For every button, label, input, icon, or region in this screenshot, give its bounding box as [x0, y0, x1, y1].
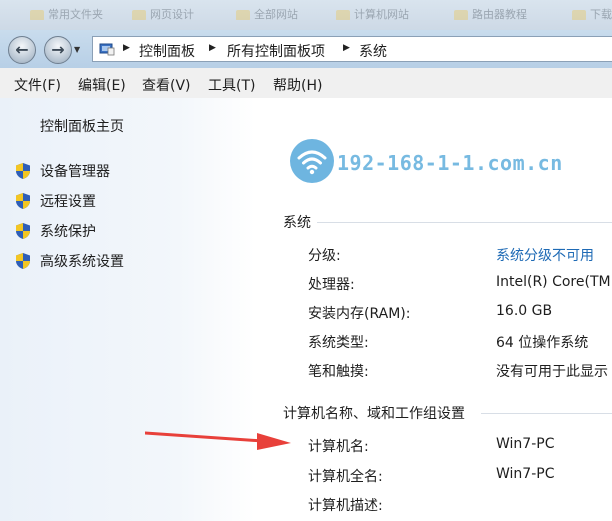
- control-panel-icon: [99, 43, 115, 56]
- system-section-title: 系统: [283, 215, 311, 231]
- navigation-bar: ← → ▼ ▶ 控制面板 ▶ 所有控制面板项 ▶ 系统: [0, 30, 612, 68]
- processor-value: Intel(R) Core(TM: [496, 274, 611, 290]
- folder-chip[interactable]: 常用文件夹: [30, 6, 120, 20]
- back-button[interactable]: ←: [8, 36, 36, 64]
- uac-shield-icon: [16, 253, 30, 269]
- breadcrumb-separator-icon[interactable]: ▶: [343, 43, 350, 53]
- folder-icon: [454, 9, 468, 20]
- rating-label: 分级:: [308, 248, 341, 264]
- ram-value: 16.0 GB: [496, 303, 553, 319]
- folder-icon: [572, 9, 586, 20]
- task-pane: 控制面板主页 设备管理器 远程设置 系统保护 高级系统设置: [0, 98, 255, 521]
- menu-edit[interactable]: 编辑(E): [78, 75, 126, 95]
- folder-chip[interactable]: 全部网站: [236, 6, 326, 20]
- folder-chip[interactable]: 下载: [572, 6, 612, 20]
- recent-pages-chevron-icon[interactable]: ▼: [74, 45, 80, 54]
- folder-chip[interactable]: 路由器教程: [454, 6, 554, 20]
- breadcrumb-separator-icon[interactable]: ▶: [123, 43, 130, 53]
- ram-label: 安装内存(RAM):: [308, 306, 411, 322]
- forward-button[interactable]: →: [44, 36, 72, 64]
- system-type-value: 64 位操作系统: [496, 335, 589, 351]
- folder-icon: [236, 9, 250, 20]
- folder-icon: [336, 9, 350, 20]
- computer-description-label: 计算机描述:: [308, 498, 383, 514]
- computer-name-value: Win7-PC: [496, 436, 555, 452]
- breadcrumb-system[interactable]: 系统: [359, 41, 387, 61]
- uac-shield-icon: [16, 223, 30, 239]
- arrow-left-icon: ←: [15, 40, 29, 59]
- folder-chip[interactable]: 计算机网站: [336, 6, 436, 20]
- watermark-text: 192-168-1-1.com.cn: [337, 151, 563, 175]
- uac-shield-icon: [16, 193, 30, 209]
- section-divider: [317, 222, 612, 223]
- processor-label: 处理器:: [308, 277, 355, 293]
- breadcrumb-all-items[interactable]: 所有控制面板项: [227, 41, 325, 61]
- menu-view[interactable]: 查看(V): [142, 75, 191, 95]
- annotation-arrow-icon: [145, 431, 291, 450]
- breadcrumb-control-panel[interactable]: 控制面板: [139, 41, 195, 61]
- pen-touch-value: 没有可用于此显示: [496, 364, 608, 380]
- menu-file[interactable]: 文件(F): [14, 75, 61, 95]
- full-computer-name-label: 计算机全名:: [308, 469, 383, 485]
- pen-touch-label: 笔和触摸:: [308, 364, 369, 380]
- arrow-right-icon: →: [51, 40, 65, 59]
- section-divider: [481, 413, 612, 414]
- task-label: 远程设置: [40, 194, 96, 210]
- task-label: 设备管理器: [40, 164, 110, 180]
- menu-help[interactable]: 帮助(H): [273, 75, 322, 95]
- system-type-label: 系统类型:: [308, 335, 369, 351]
- address-bar[interactable]: ▶ 控制面板 ▶ 所有控制面板项 ▶ 系统: [92, 36, 612, 62]
- folder-icon: [30, 9, 44, 20]
- bookmark-strip: 常用文件夹 网页设计 全部网站 计算机网站 路由器教程 下载: [0, 0, 612, 30]
- wifi-icon: [290, 139, 334, 183]
- menu-tools[interactable]: 工具(T): [208, 75, 255, 95]
- computer-name-section-title: 计算机名称、域和工作组设置: [283, 406, 465, 422]
- computer-name-label: 计算机名:: [308, 439, 369, 455]
- menu-bar: 文件(F) 编辑(E) 查看(V) 工具(T) 帮助(H): [0, 68, 612, 99]
- task-label: 高级系统设置: [40, 254, 124, 270]
- rating-value-link[interactable]: 系统分级不可用: [496, 245, 594, 265]
- breadcrumb-separator-icon[interactable]: ▶: [209, 43, 216, 53]
- uac-shield-icon: [16, 163, 30, 179]
- folder-icon: [132, 9, 146, 20]
- system-info-pane: 192-168-1-1.com.cn 系统 分级: 系统分级不可用 处理器: I…: [255, 98, 612, 521]
- folder-chip[interactable]: 网页设计: [132, 6, 222, 20]
- task-label: 系统保护: [40, 224, 96, 240]
- full-computer-name-value: Win7-PC: [496, 466, 555, 482]
- control-panel-home-link[interactable]: 控制面板主页: [40, 116, 124, 136]
